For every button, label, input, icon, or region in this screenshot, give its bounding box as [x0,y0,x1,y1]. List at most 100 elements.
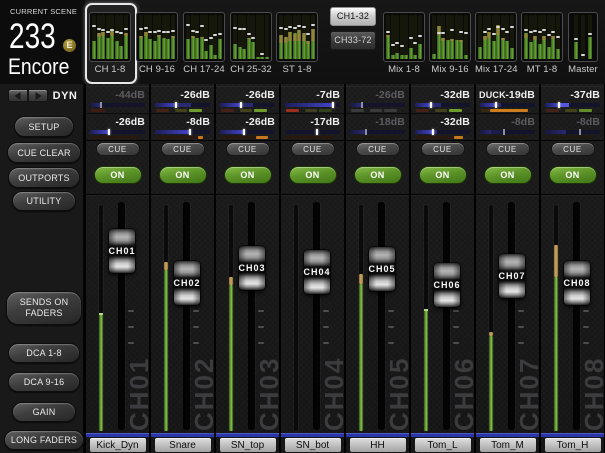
fader-cap[interactable]: CH02 [174,261,200,305]
dyn2-section[interactable]: -26dB [86,113,149,141]
dyn-keyin-meter [220,130,275,134]
channel-on-button[interactable]: ON [94,166,142,184]
dyn1-section[interactable]: -44dB [86,86,149,114]
dyn2-section[interactable]: -8dB [151,113,214,141]
dyn2-section[interactable]: -8dB [541,113,604,141]
meter-bank-ch-1-8[interactable] [89,12,131,62]
bank-meter-peak [166,31,170,33]
bank-meter-bar [260,15,264,59]
meter-bank-st-1-8[interactable] [276,12,318,62]
bank-meter-fill [242,49,246,59]
cue-button[interactable]: CUE [161,142,205,156]
dyn2-section[interactable]: -32dB [411,113,474,141]
dyn2-section[interactable]: -26dB [216,113,279,141]
bank-meter-fill [395,53,399,59]
prev-page-button[interactable] [8,89,28,102]
sidebar-button-outports[interactable]: OUTPORTS [8,167,80,188]
cue-button[interactable]: CUE [291,142,335,156]
level-meter-fill [554,277,558,431]
fader-cap[interactable]: CH06 [434,263,460,307]
bank-meter-peak [409,37,413,39]
dyn1-section[interactable]: -7dB [281,86,344,114]
fader-slot[interactable] [508,202,515,430]
channel-name[interactable]: HH [350,438,406,452]
channel-name[interactable]: Tom_M [480,438,536,452]
channel-on-button[interactable]: ON [289,166,337,184]
cue-button[interactable]: CUE [96,142,140,156]
layer-button-ch1-32[interactable]: CH1-32 [330,7,376,26]
bank-meter-fill [432,54,436,59]
fader-cap[interactable]: CH04 [304,250,330,294]
fader-cap[interactable]: CH08 [564,261,590,305]
dyn2-section[interactable]: -18dB [346,113,409,141]
meter-bank-ch-25-32[interactable] [230,12,272,62]
bank-meter-yellow-zone [459,40,463,42]
bank-meter-peak [218,33,222,35]
channel-name[interactable]: Tom_L [415,438,471,452]
dyn2-section[interactable]: -17dB [281,113,344,141]
dyn-indicator-segment [565,109,577,112]
sidebar-button-sends-on-faders[interactable]: SENDS ON FADERS [6,291,82,325]
sidebar-button-dca-9-16[interactable]: DCA 9-16 [8,372,80,392]
channel-strip-ch03: -26dB-26dBCUEONCH03CH03SN_top [216,84,279,453]
dyn-keyin-meter [545,103,600,107]
meter-bank-mix-1-8[interactable] [383,12,425,62]
cue-button[interactable]: CUE [551,142,595,156]
sidebar-button-utility[interactable]: UTILITY [12,191,76,211]
channel-on-button[interactable]: ON [354,166,402,184]
channel-name[interactable]: Kick_Dyn [90,438,146,452]
meter-bank-ch-9-16[interactable] [136,12,178,62]
dyn1-section[interactable]: -26dB [216,86,279,114]
fader-slot[interactable] [183,202,190,430]
bank-meter-bar [209,15,213,59]
dyn-indicator-segment [384,109,397,112]
dyn1-section[interactable]: -37dB [541,86,604,114]
dyn1-section[interactable]: -32dB [411,86,474,114]
bank-meter-fill [386,35,390,59]
sidebar-button-gain[interactable]: GAIN [12,402,76,422]
dyn1-section[interactable]: DUCK-19dB [476,86,539,114]
channel-on-button[interactable]: ON [159,166,207,184]
cue-button[interactable]: CUE [421,142,465,156]
channel-on-button[interactable]: ON [224,166,272,184]
channel-on-button[interactable]: ON [549,166,597,184]
dyn-keyin-fill [155,130,189,134]
dyn-indicator-segment [351,109,364,112]
fader-slot[interactable] [443,202,450,430]
fader-slot[interactable] [573,202,580,430]
sidebar-button-long-faders[interactable]: LONG FADERS [4,430,84,450]
fader-slot[interactable] [313,202,320,430]
dyn2-section[interactable]: -8dB [476,113,539,141]
fader-cap[interactable]: CH03 [239,246,265,290]
cue-button[interactable]: CUE [356,142,400,156]
cue-button[interactable]: CUE [486,142,530,156]
fader-slot[interactable] [378,202,385,430]
cue-button[interactable]: CUE [226,142,270,156]
meter-bank-ch-17-24[interactable] [183,12,225,62]
meter-bank-master[interactable] [568,12,598,62]
layer-button-ch33-72[interactable]: CH33-72 [330,31,376,50]
meter-bank-mix-17-24[interactable] [475,12,517,62]
dyn1-section[interactable]: -26dB [151,86,214,114]
next-page-button[interactable] [28,89,48,102]
meter-bank-mix-9-16[interactable] [429,12,471,62]
channel-on-button[interactable]: ON [419,166,467,184]
dyn-threshold-tick [495,102,497,108]
fader-cap[interactable]: CH05 [369,247,395,291]
scene-display[interactable]: CURRENT SCENE 233 E Encore [0,0,85,84]
sidebar-button-cue-clear[interactable]: CUE CLEAR [7,142,81,163]
dyn1-section[interactable]: -26dB [346,86,409,114]
meter-bank-mt-1-8[interactable] [521,12,563,62]
channel-name[interactable]: SN_top [220,438,276,452]
channel-on-button[interactable]: ON [484,166,532,184]
channel-name[interactable]: Snare [155,438,211,452]
bank-meter-fill [478,47,482,59]
channel-name[interactable]: SN_bot [285,438,341,452]
fader-cap[interactable]: CH01 [109,229,135,273]
channel-name[interactable]: Tom_H [545,438,601,452]
fader-slot[interactable] [248,202,255,430]
fader-cap[interactable]: CH07 [499,254,525,298]
sidebar-button-dca-1-8[interactable]: DCA 1-8 [8,343,80,363]
sidebar-button-setup[interactable]: SETUP [14,116,74,137]
bank-meter-bar [186,15,190,59]
